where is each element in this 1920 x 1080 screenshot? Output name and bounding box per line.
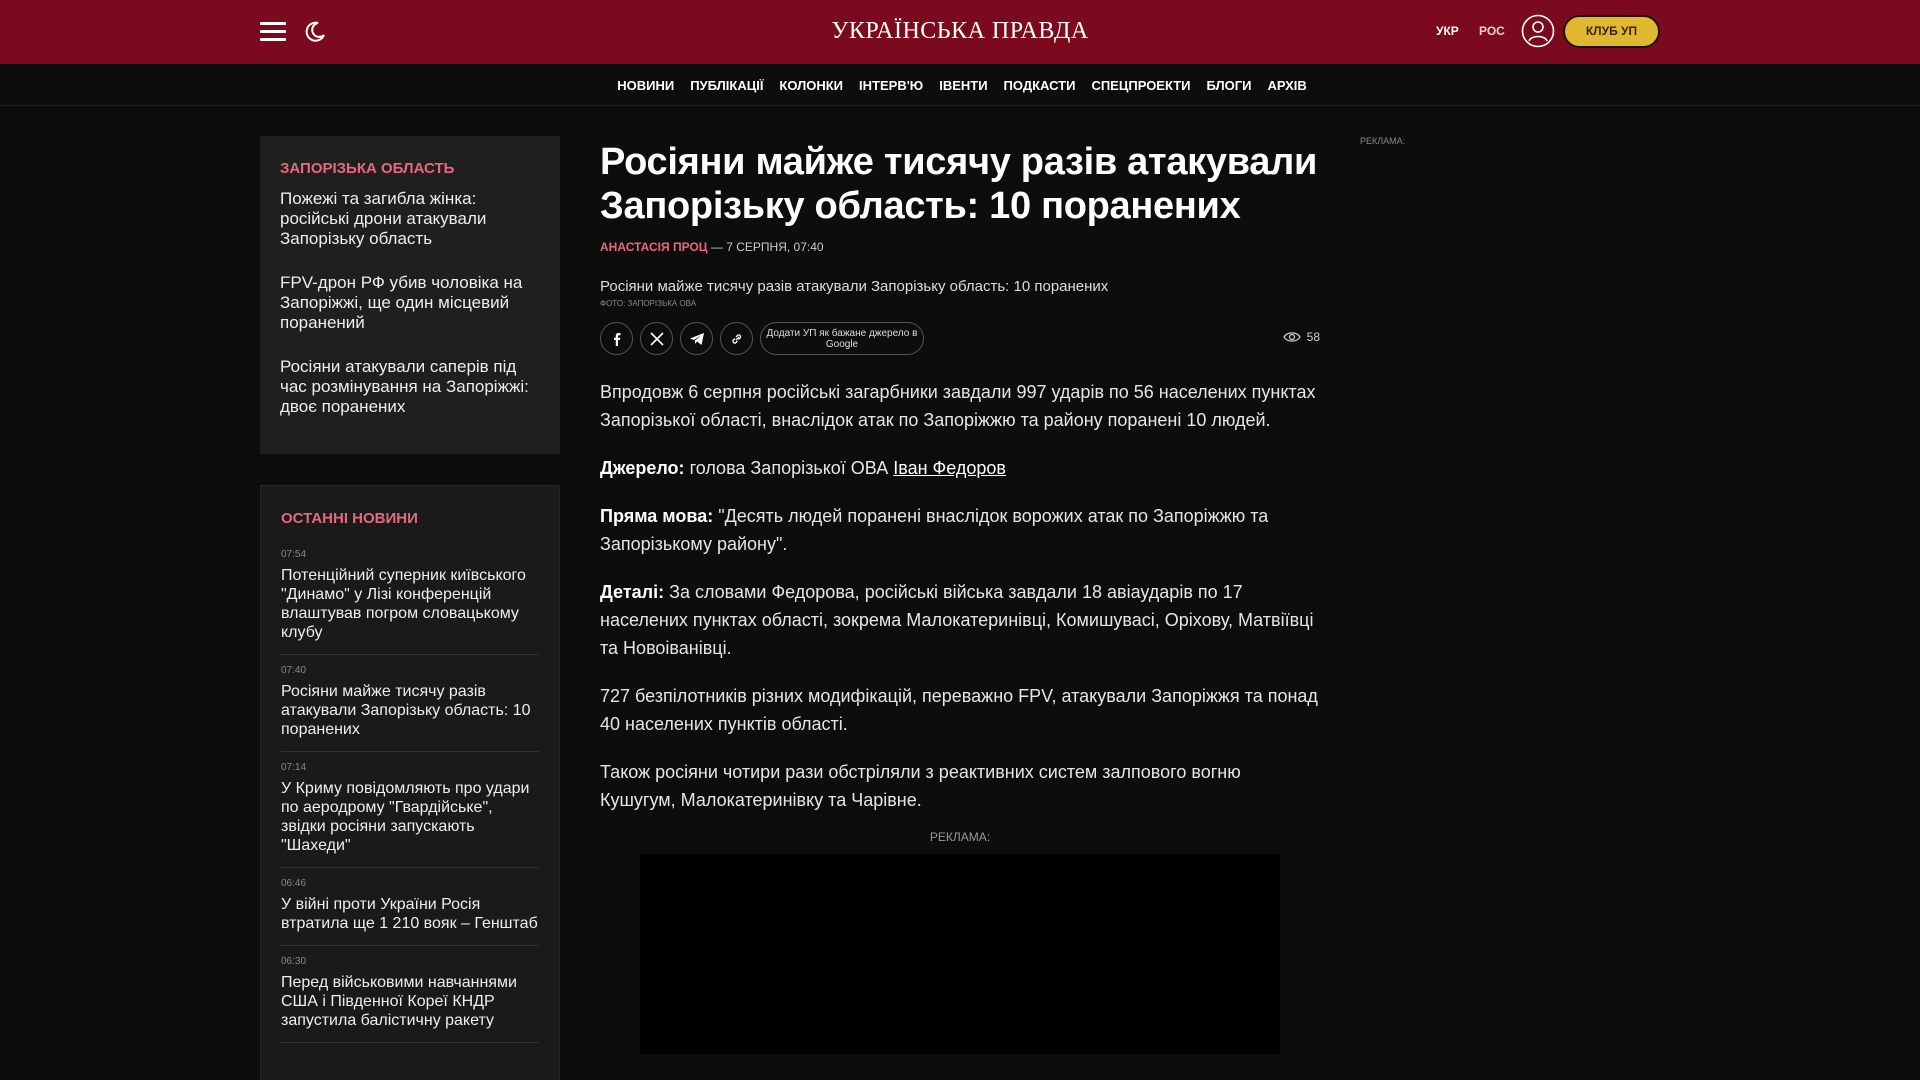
news-time: 07:54 bbox=[281, 549, 307, 560]
nav-item[interactable]: КОЛОНКИ bbox=[779, 78, 843, 93]
nav-item[interactable]: ІНТЕРВ'Ю bbox=[859, 78, 923, 93]
nav-item[interactable]: СПЕЦПРОЕКТИ bbox=[1091, 78, 1190, 93]
paragraph-1: Впродовж 6 серпня російські загарбники з… bbox=[600, 382, 1316, 430]
dark-mode-icon[interactable] bbox=[303, 20, 327, 44]
news-title: Перед військовими навчаннями США і Півде… bbox=[281, 974, 517, 1029]
club-button[interactable]: КЛУБ УП bbox=[1563, 15, 1660, 48]
latest-list: 07:54 Потенційний суперник київського "Ди… bbox=[281, 539, 539, 1043]
publish-date: — 7 СЕРПНЯ, 07:40 bbox=[707, 240, 824, 254]
nav-item[interactable]: ПУБЛІКАЦІЇ bbox=[690, 78, 763, 93]
article-headline: Росіяни майже тисячу разів атакували Зап… bbox=[600, 141, 1318, 227]
news-time: 07:14 bbox=[281, 762, 307, 773]
main-nav: НОВИНИ ПУБЛІКАЦІЇ КОЛОНКИ ІНТЕРВ'Ю ІВЕНТИ ПОД… bbox=[0, 64, 1920, 106]
fedorov-link[interactable]: Іван Федоров bbox=[893, 458, 1006, 478]
news-title: У Криму повідомляють про удари по аеродр… bbox=[281, 780, 530, 854]
paragraph-5: 727 безпілотників різних модифікацій, пе… bbox=[600, 686, 1318, 734]
latest-news-item[interactable]: 07:40 Росіяни майже тисячу разів атакувал… bbox=[281, 655, 539, 752]
nav-item[interactable]: АРХІВ bbox=[1268, 78, 1307, 93]
site-logo[interactable]: УКРАЇНСЬКА ПРАВДА bbox=[760, 18, 1160, 45]
byline: АНАСТАСІЯ ПРОЦ — 7 СЕРПНЯ, 07:40 bbox=[600, 240, 1320, 254]
facebook-share-button[interactable] bbox=[600, 322, 633, 355]
paragraph-6: Також росіяни чотири рази обстріляли з р… bbox=[600, 762, 1241, 810]
lang-ukr-link[interactable]: УКР bbox=[1436, 24, 1459, 38]
paragraph-quote: Пряма мова: "Десять людей поранені внасл… bbox=[600, 506, 1269, 554]
news-time: 07:40 bbox=[281, 665, 307, 676]
related-list: Пожежі та загибла жінка: російські дрони… bbox=[280, 189, 540, 417]
news-title: Росіяни майже тисячу разів атакували Зап… bbox=[281, 683, 531, 738]
nav-item[interactable]: НОВИНИ bbox=[617, 78, 674, 93]
ad-label: РЕКЛАМА: bbox=[929, 830, 991, 844]
paragraph-details: Деталі: За словами Федорова, російські в… bbox=[600, 582, 1314, 658]
news-title: У війні проти України Росія втратила ще … bbox=[281, 896, 538, 932]
views-counter: 58 bbox=[1282, 330, 1320, 344]
user-icon[interactable] bbox=[1521, 14, 1555, 48]
latest-news-item[interactable]: 06:46 У війні проти України Росія втратил… bbox=[281, 868, 539, 946]
google-preferred-source-button[interactable]: Додати УП як бажане джерело в Google bbox=[760, 322, 924, 355]
facebook-icon bbox=[613, 332, 620, 346]
video-ad-block[interactable] bbox=[640, 854, 1280, 1054]
link-icon bbox=[731, 333, 741, 344]
telegram-share-button[interactable] bbox=[680, 322, 713, 355]
latest-news-box: ОСТАННІ НОВИНИ 07:54 Потенційний суперник… bbox=[260, 485, 560, 1080]
x-share-button[interactable] bbox=[640, 322, 673, 355]
latest-news-item[interactable]: 07:54 Потенційний суперник київського "Ди… bbox=[281, 539, 539, 655]
paragraph-source: Джерело: голова Запорізької ОВА Іван Фед… bbox=[600, 458, 1006, 478]
nav-item[interactable]: БЛОГИ bbox=[1207, 78, 1252, 93]
article: Росіяни майже тисячу разів атакували Зап… bbox=[600, 140, 1320, 1054]
lang-ros-link[interactable]: РОС bbox=[1479, 24, 1505, 38]
related-news-box: ЗАПОРІЗЬКА ОБЛАСТЬ Пожежі та загибла жін… bbox=[260, 136, 560, 454]
nav-item[interactable]: ІВЕНТИ bbox=[939, 78, 987, 93]
latest-title[interactable]: ОСТАННІ НОВИНИ bbox=[281, 510, 539, 527]
photo-credit: Фото: Запорізька ОВА bbox=[600, 299, 697, 308]
article-photo: Росіяни майже тисячу разів атакували Зап… bbox=[600, 278, 1109, 295]
views-count: 58 bbox=[1306, 330, 1320, 344]
x-icon bbox=[649, 331, 664, 346]
related-item[interactable]: Росіяни атакували саперів під час розмін… bbox=[280, 357, 540, 417]
latest-news-item[interactable]: 06:30 Перед військовими навчаннями США і … bbox=[281, 946, 539, 1043]
related-item[interactable]: Пожежі та загибла жінка: російські дрони… bbox=[280, 189, 540, 249]
related-title[interactable]: ЗАПОРІЗЬКА ОБЛАСТЬ bbox=[280, 160, 540, 177]
right-ad-label: РЕКЛАМА: bbox=[1360, 136, 1406, 146]
copy-link-button[interactable] bbox=[720, 322, 753, 355]
related-item[interactable]: FPV-дрон РФ убив чоловіка на Запоріжжі, … bbox=[280, 273, 540, 333]
news-time: 06:46 bbox=[281, 878, 307, 889]
nav-item[interactable]: ПОДКАСТИ bbox=[1004, 78, 1076, 93]
top-header: УКРАЇНСЬКА ПРАВДА УКР РОС КЛУБ УП bbox=[0, 0, 1920, 64]
author-link[interactable]: АНАСТАСІЯ ПРОЦ bbox=[600, 240, 708, 254]
article-body: Впродовж 6 серпня російські загарбники з… bbox=[600, 378, 1320, 814]
telegram-icon bbox=[689, 332, 704, 345]
menu-icon[interactable] bbox=[260, 22, 286, 42]
nav-list: НОВИНИ ПУБЛІКАЦІЇ КОЛОНКИ ІНТЕРВ'Ю ІВЕНТИ ПОД… bbox=[0, 64, 1920, 106]
news-title: Потенційний суперник київського "Динамо"… bbox=[281, 567, 526, 641]
eye-icon bbox=[1282, 332, 1301, 342]
share-row: Додати УП як бажане джерело в Google 58 bbox=[600, 322, 1320, 356]
latest-news-item[interactable]: 07:14 У Криму повідомляють про удари по а… bbox=[281, 752, 539, 868]
news-time: 06:30 bbox=[281, 956, 307, 967]
